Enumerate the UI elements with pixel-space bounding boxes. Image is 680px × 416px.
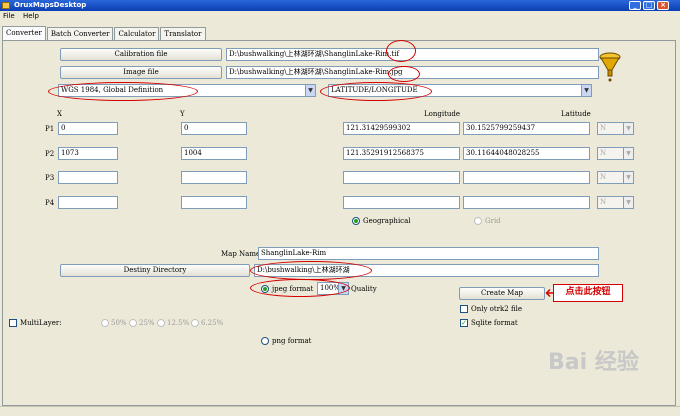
chevron-down-icon: ▼	[623, 172, 633, 183]
p1-hemisphere-select[interactable]: N ▼	[597, 122, 634, 135]
p2-x-field[interactable]: 1073	[58, 147, 118, 160]
layer-12-5-radio[interactable]	[157, 319, 165, 327]
chevron-down-icon: ▼	[623, 197, 633, 208]
column-y-label: Y	[180, 110, 185, 118]
p1-longitude-field[interactable]: 121.31429599302	[343, 122, 460, 135]
multilayer-checkbox[interactable]	[9, 319, 17, 327]
p2-latitude-field[interactable]: 30.11644048028255	[463, 147, 590, 160]
layer-50-label: 50%	[111, 319, 127, 327]
layer-6-25-label: 6.25%	[201, 319, 224, 327]
point-label: P1	[45, 125, 55, 133]
column-x-label: X	[57, 110, 62, 118]
only-otrk2-label: Only otrk2 file	[471, 305, 523, 313]
layer-25-radio[interactable]	[129, 319, 137, 327]
maximize-button[interactable]: □	[643, 1, 655, 10]
annotation-oval-datum	[48, 82, 198, 101]
tab-calculator[interactable]: Calculator	[114, 27, 160, 40]
sqlite-format-label: Sqlite format	[471, 319, 518, 327]
p4-y-field[interactable]	[181, 196, 247, 209]
status-bar	[0, 406, 680, 416]
sqlite-format-checkbox[interactable]: ✓	[460, 319, 468, 327]
p2-hemisphere-value: N	[600, 149, 607, 157]
only-otrk2-checkbox[interactable]	[460, 305, 468, 313]
p2-y-field[interactable]: 1004	[181, 147, 247, 160]
chevron-down-icon: ▼	[305, 85, 315, 96]
p1-y-field[interactable]: 0	[181, 122, 247, 135]
p1-latitude-field[interactable]: 30.1525799259437	[463, 122, 590, 135]
p4-latitude-field[interactable]	[463, 196, 590, 209]
quality-label: Quality	[351, 285, 377, 293]
p4-hemisphere-value: N	[600, 198, 607, 206]
annotation-oval-projection	[320, 82, 432, 101]
point-label: P3	[45, 174, 55, 182]
p1-hemisphere-value: N	[600, 124, 607, 132]
watermark: Bai 经验	[548, 350, 639, 375]
grid-radio[interactable]	[474, 217, 482, 225]
menu-file[interactable]: File	[0, 12, 18, 20]
multilayer-label: MultiLayer:	[20, 319, 62, 327]
p3-y-field[interactable]	[181, 171, 247, 184]
map-name-field[interactable]: ShanglinLake-Rim	[258, 247, 599, 260]
annotation-oval-tif	[386, 40, 416, 62]
app-icon	[2, 2, 10, 9]
menu-bar: File Help	[0, 11, 680, 22]
close-button[interactable]: ×	[657, 1, 669, 10]
p2-longitude-field[interactable]: 121.35291912568375	[343, 147, 460, 160]
point-label: P2	[45, 150, 55, 158]
p4-hemisphere-select[interactable]: N ▼	[597, 196, 634, 209]
annotation-callout: 点击此按钮	[553, 284, 623, 302]
annotation-oval-destiny	[250, 261, 372, 280]
p2-hemisphere-select[interactable]: N ▼	[597, 147, 634, 160]
minimize-button[interactable]: _	[629, 1, 641, 10]
geographical-radio[interactable]	[352, 217, 360, 225]
p4-x-field[interactable]	[58, 196, 118, 209]
png-format-label: png format	[272, 337, 312, 345]
p3-hemisphere-value: N	[600, 173, 607, 181]
geographical-label: Geographical	[363, 217, 411, 225]
png-format-radio[interactable]	[261, 337, 269, 345]
map-name-label: Map Name	[221, 250, 261, 258]
layer-6-25-radio[interactable]	[191, 319, 199, 327]
tab-strip: Converter Batch Converter Calculator Tra…	[2, 26, 207, 40]
column-longitude-label: Longitude	[424, 110, 461, 118]
tab-converter[interactable]: Converter	[2, 26, 46, 40]
chevron-down-icon: ▼	[623, 123, 633, 134]
chevron-down-icon: ▼	[623, 148, 633, 159]
title-bar: OruxMapsDesktop _ □ ×	[0, 0, 680, 11]
point-label: P4	[45, 199, 55, 207]
p4-longitude-field[interactable]	[343, 196, 460, 209]
funnel-icon[interactable]	[598, 52, 622, 82]
layer-50-radio[interactable]	[101, 319, 109, 327]
grid-label: Grid	[485, 217, 501, 225]
annotation-oval-jpg	[388, 66, 420, 82]
p1-x-field[interactable]: 0	[58, 122, 118, 135]
p3-hemisphere-select[interactable]: N ▼	[597, 171, 634, 184]
tab-batch-converter[interactable]: Batch Converter	[46, 27, 114, 40]
p3-latitude-field[interactable]	[463, 171, 590, 184]
annotation-oval-jpeg	[250, 279, 350, 297]
destiny-directory-button[interactable]: Destiny Directory	[60, 264, 250, 277]
tab-translator[interactable]: Translator	[160, 27, 206, 40]
layer-12-5-label: 12.5%	[167, 319, 190, 327]
column-latitude-label: Latitude	[561, 110, 591, 118]
p3-x-field[interactable]	[58, 171, 118, 184]
calibration-file-button[interactable]: Calibration file	[60, 48, 222, 61]
chevron-down-icon: ▼	[581, 85, 591, 96]
window-title: OruxMapsDesktop	[14, 1, 87, 9]
image-file-button[interactable]: Image file	[60, 66, 222, 79]
menu-help[interactable]: Help	[20, 12, 42, 20]
layer-25-label: 25%	[139, 319, 155, 327]
create-map-button[interactable]: Create Map	[459, 287, 545, 300]
p3-longitude-field[interactable]	[343, 171, 460, 184]
